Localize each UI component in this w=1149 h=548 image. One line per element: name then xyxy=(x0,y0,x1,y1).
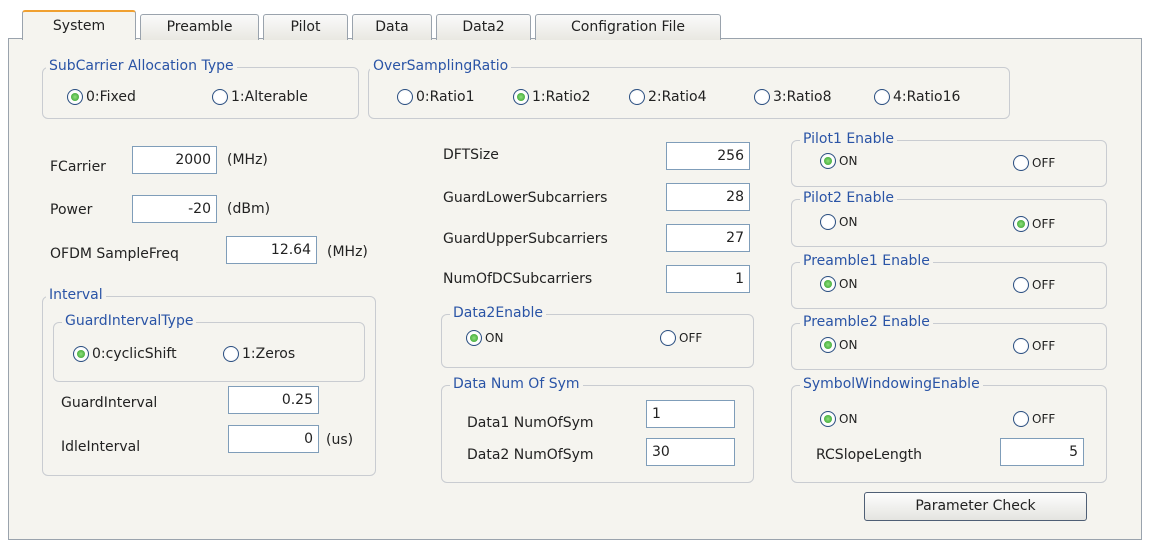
symbol-windowing-on-radio[interactable] xyxy=(820,411,836,427)
tab-pilot[interactable]: Pilot xyxy=(263,14,348,40)
idle-interval-unit: (us) xyxy=(326,432,354,448)
idle-interval-input[interactable]: 0 xyxy=(228,425,319,453)
fcarrier-label: FCarrier xyxy=(50,159,106,175)
preamble2-off-radio[interactable] xyxy=(1013,338,1029,354)
subcarrier-allocation-title: SubCarrier Allocation Type xyxy=(46,58,237,74)
data2-off-radio[interactable] xyxy=(660,330,676,346)
data1-numofsym-label: Data1 NumOfSym xyxy=(467,415,594,431)
pilot2-enable-title: Pilot2 Enable xyxy=(800,190,898,206)
tab-data[interactable]: Data xyxy=(352,14,432,40)
guard-zeros-radio[interactable] xyxy=(223,346,239,362)
idle-interval-label: IdleInterval xyxy=(61,439,141,455)
num-dc-input[interactable]: 1 xyxy=(666,265,750,293)
power-input[interactable]: -20 xyxy=(132,195,217,223)
symbol-windowing-off-radio[interactable] xyxy=(1013,411,1029,427)
rcslope-length-input[interactable]: 5 xyxy=(1000,438,1084,466)
tab-configration-file[interactable]: Configration File xyxy=(535,14,721,40)
power-label: Power xyxy=(50,202,93,218)
pilot2-off-radio[interactable] xyxy=(1013,216,1029,232)
pilot2-on-radio[interactable] xyxy=(820,214,836,230)
guard-interval-type-title: GuardIntervalType xyxy=(62,313,197,329)
guard-zeros-label: 1:Zeros xyxy=(242,346,296,362)
tab-system[interactable]: System xyxy=(22,10,136,40)
oversampling-title: OverSamplingRatio xyxy=(370,58,512,74)
guard-lower-input[interactable]: 28 xyxy=(666,183,750,211)
fcarrier-input[interactable]: 2000 xyxy=(132,146,217,174)
pilot1-off-label: OFF xyxy=(1032,156,1056,170)
oversampling-ratio4-label: 2:Ratio4 xyxy=(648,89,707,105)
data2-enable-title: Data2Enable xyxy=(450,305,547,321)
preamble2-enable-title: Preamble2 Enable xyxy=(800,314,933,330)
data2-numofsym-input[interactable]: 30 xyxy=(646,438,735,466)
num-dc-label: NumOfDCSubcarriers xyxy=(443,271,593,287)
symbol-windowing-on-label: ON xyxy=(839,412,858,426)
data1-numofsym-input[interactable]: 1 xyxy=(646,400,735,428)
pilot1-enable-title: Pilot1 Enable xyxy=(800,131,898,147)
data-num-of-sym-title: Data Num Of Sym xyxy=(450,376,583,392)
oversampling-ratio2-label: 1:Ratio2 xyxy=(532,89,591,105)
preamble1-enable-title: Preamble1 Enable xyxy=(800,253,933,269)
symbol-windowing-title: SymbolWindowingEnable xyxy=(800,376,983,392)
dft-size-input[interactable]: 256 xyxy=(666,142,750,170)
preamble2-off-label: OFF xyxy=(1032,339,1056,353)
guard-cyclicshift-label: 0:cyclicShift xyxy=(92,346,177,362)
preamble1-on-radio[interactable] xyxy=(820,276,836,292)
guard-upper-label: GuardUpperSubcarriers xyxy=(443,231,608,247)
rcslope-length-label: RCSlopeLength xyxy=(816,447,922,463)
data2-off-label: OFF xyxy=(679,331,703,345)
subcarrier-fixed-label: 0:Fixed xyxy=(86,89,136,105)
guard-interval-label: GuardInterval xyxy=(61,395,158,411)
ofdm-samplefreq-input[interactable]: 12.64 xyxy=(226,236,317,264)
preamble1-off-label: OFF xyxy=(1032,278,1056,292)
dft-size-label: DFTSize xyxy=(443,147,499,163)
ofdm-samplefreq-unit: (MHz) xyxy=(327,244,368,260)
tab-data2[interactable]: Data2 xyxy=(436,14,531,40)
symbol-windowing-off-label: OFF xyxy=(1032,412,1056,426)
data2-numofsym-label: Data2 NumOfSym xyxy=(467,447,594,463)
symbol-windowing-group xyxy=(791,385,1107,483)
oversampling-ratio1-radio[interactable] xyxy=(397,89,413,105)
oversampling-ratio16-radio[interactable] xyxy=(874,89,890,105)
subcarrier-alterable-radio[interactable] xyxy=(212,89,228,105)
data2-on-radio[interactable] xyxy=(466,330,482,346)
pilot1-on-label: ON xyxy=(839,154,858,168)
oversampling-ratio2-radio[interactable] xyxy=(513,89,529,105)
oversampling-ratio8-radio[interactable] xyxy=(754,89,770,105)
parameter-check-button[interactable]: Parameter Check xyxy=(864,492,1087,521)
preamble2-on-label: ON xyxy=(839,338,858,352)
guard-cyclicshift-radio[interactable] xyxy=(73,346,89,362)
interval-title: Interval xyxy=(46,287,106,303)
fcarrier-unit: (MHz) xyxy=(227,152,268,168)
subcarrier-alterable-label: 1:Alterable xyxy=(231,89,308,105)
oversampling-ratio16-label: 4:Ratio16 xyxy=(893,89,961,105)
preamble1-on-label: ON xyxy=(839,277,858,291)
subcarrier-fixed-radio[interactable] xyxy=(67,89,83,105)
pilot1-on-radio[interactable] xyxy=(820,153,836,169)
power-unit: (dBm) xyxy=(227,201,271,217)
tab-preamble[interactable]: Preamble xyxy=(140,14,259,40)
oversampling-ratio1-label: 0:Ratio1 xyxy=(416,89,475,105)
data2-on-label: ON xyxy=(485,331,504,345)
guard-upper-input[interactable]: 27 xyxy=(666,224,750,252)
pilot2-off-label: OFF xyxy=(1032,217,1056,231)
guard-lower-label: GuardLowerSubcarriers xyxy=(443,190,608,206)
pilot2-on-label: ON xyxy=(839,215,858,229)
preamble2-on-radio[interactable] xyxy=(820,337,836,353)
ofdm-samplefreq-label: OFDM SampleFreq xyxy=(50,246,179,262)
guard-interval-input[interactable]: 0.25 xyxy=(228,386,319,414)
pilot1-off-radio[interactable] xyxy=(1013,155,1029,171)
oversampling-ratio4-radio[interactable] xyxy=(629,89,645,105)
oversampling-ratio8-label: 3:Ratio8 xyxy=(773,89,832,105)
preamble1-off-radio[interactable] xyxy=(1013,277,1029,293)
